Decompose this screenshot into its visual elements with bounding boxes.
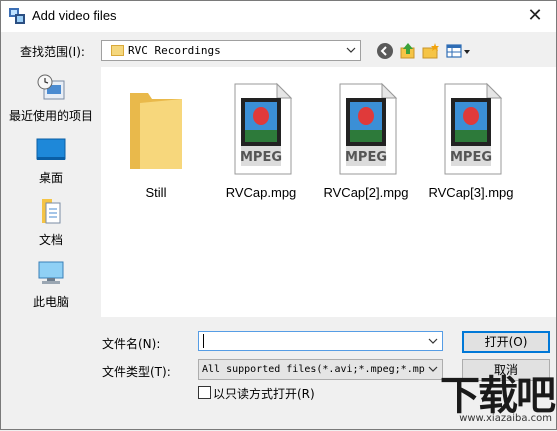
filename-input[interactable] [198,331,443,351]
place-desktop[interactable]: 桌面 [8,133,94,189]
place-documents[interactable]: 文档 [8,195,94,251]
look-in-label: 查找范围(I): [20,45,85,59]
desktop-icon [36,138,66,160]
app-icon [9,8,25,24]
back-icon[interactable] [376,42,394,60]
place-this-pc[interactable]: 此电脑 [8,257,94,313]
folder-icon [130,93,182,169]
new-folder-icon[interactable] [422,42,440,60]
place-recent-items[interactable]: 最近使用的项目 [8,71,94,127]
up-folder-icon[interactable] [399,42,417,60]
chevron-down-icon [346,47,356,53]
text-caret [203,334,204,348]
filename-label: 文件名(N): [102,337,161,351]
view-menu-icon[interactable] [446,42,472,60]
open-button[interactable]: 打开(O) [462,331,550,353]
this-pc-icon [38,261,64,284]
mpeg-badge: MPEG [239,150,282,165]
filetype-label: 文件类型(T): [102,365,171,379]
folder-icon [111,45,124,56]
file-item-mpeg[interactable]: MPEG RVCap[2].mpg [316,77,416,207]
close-button[interactable]: ✕ [522,4,548,28]
chevron-down-icon[interactable] [427,335,439,347]
place-label: 文档 [38,233,63,247]
file-item-mpeg[interactable]: MPEG RVCap[3].mpg [421,77,521,207]
place-label: 此电脑 [32,295,69,309]
places-bar: 最近使用的项目 桌面 文档 此电脑 [8,67,94,317]
watermark: 下载吧 www.xiazaiba.com [431,363,557,431]
place-label: 最近使用的项目 [8,109,93,123]
file-item-mpeg[interactable]: MPEG RVCap.mpg [211,77,311,207]
title-bar: Add video files ✕ [1,1,556,32]
readonly-checkbox[interactable] [198,386,211,399]
readonly-label: 以只读方式打开(R) [213,387,315,401]
file-name: RVCap[2].mpg [323,185,409,200]
mpeg-badge: MPEG [449,150,492,165]
file-name: RVCap.mpg [225,185,297,200]
file-list[interactable]: Still MPEG RVCap.mpg MPEG RVCap[2].mpg M… [101,67,556,317]
look-in-dropdown[interactable]: RVC Recordings [101,40,361,61]
mpeg-badge: MPEG [344,150,387,165]
look-in-value: RVC Recordings [128,44,221,57]
filetype-value: All supported files(*.avi;*.mpeg;*.mp [202,364,425,375]
file-item-folder[interactable]: Still [106,77,206,207]
close-icon: ✕ [527,5,543,26]
place-label: 桌面 [38,171,63,185]
file-name: Still [145,185,167,200]
window-title: Add video files [32,8,117,23]
file-name: RVCap[3].mpg [428,185,514,200]
documents-icon [42,199,61,224]
filetype-dropdown[interactable]: All supported files(*.avi;*.mpeg;*.mp [198,359,443,380]
recent-items-icon [37,74,65,100]
add-video-files-dialog: Add video files ✕ 查找范围(I): RVC Recording… [0,0,557,430]
watermark-url: www.xiazaiba.com [459,413,552,424]
